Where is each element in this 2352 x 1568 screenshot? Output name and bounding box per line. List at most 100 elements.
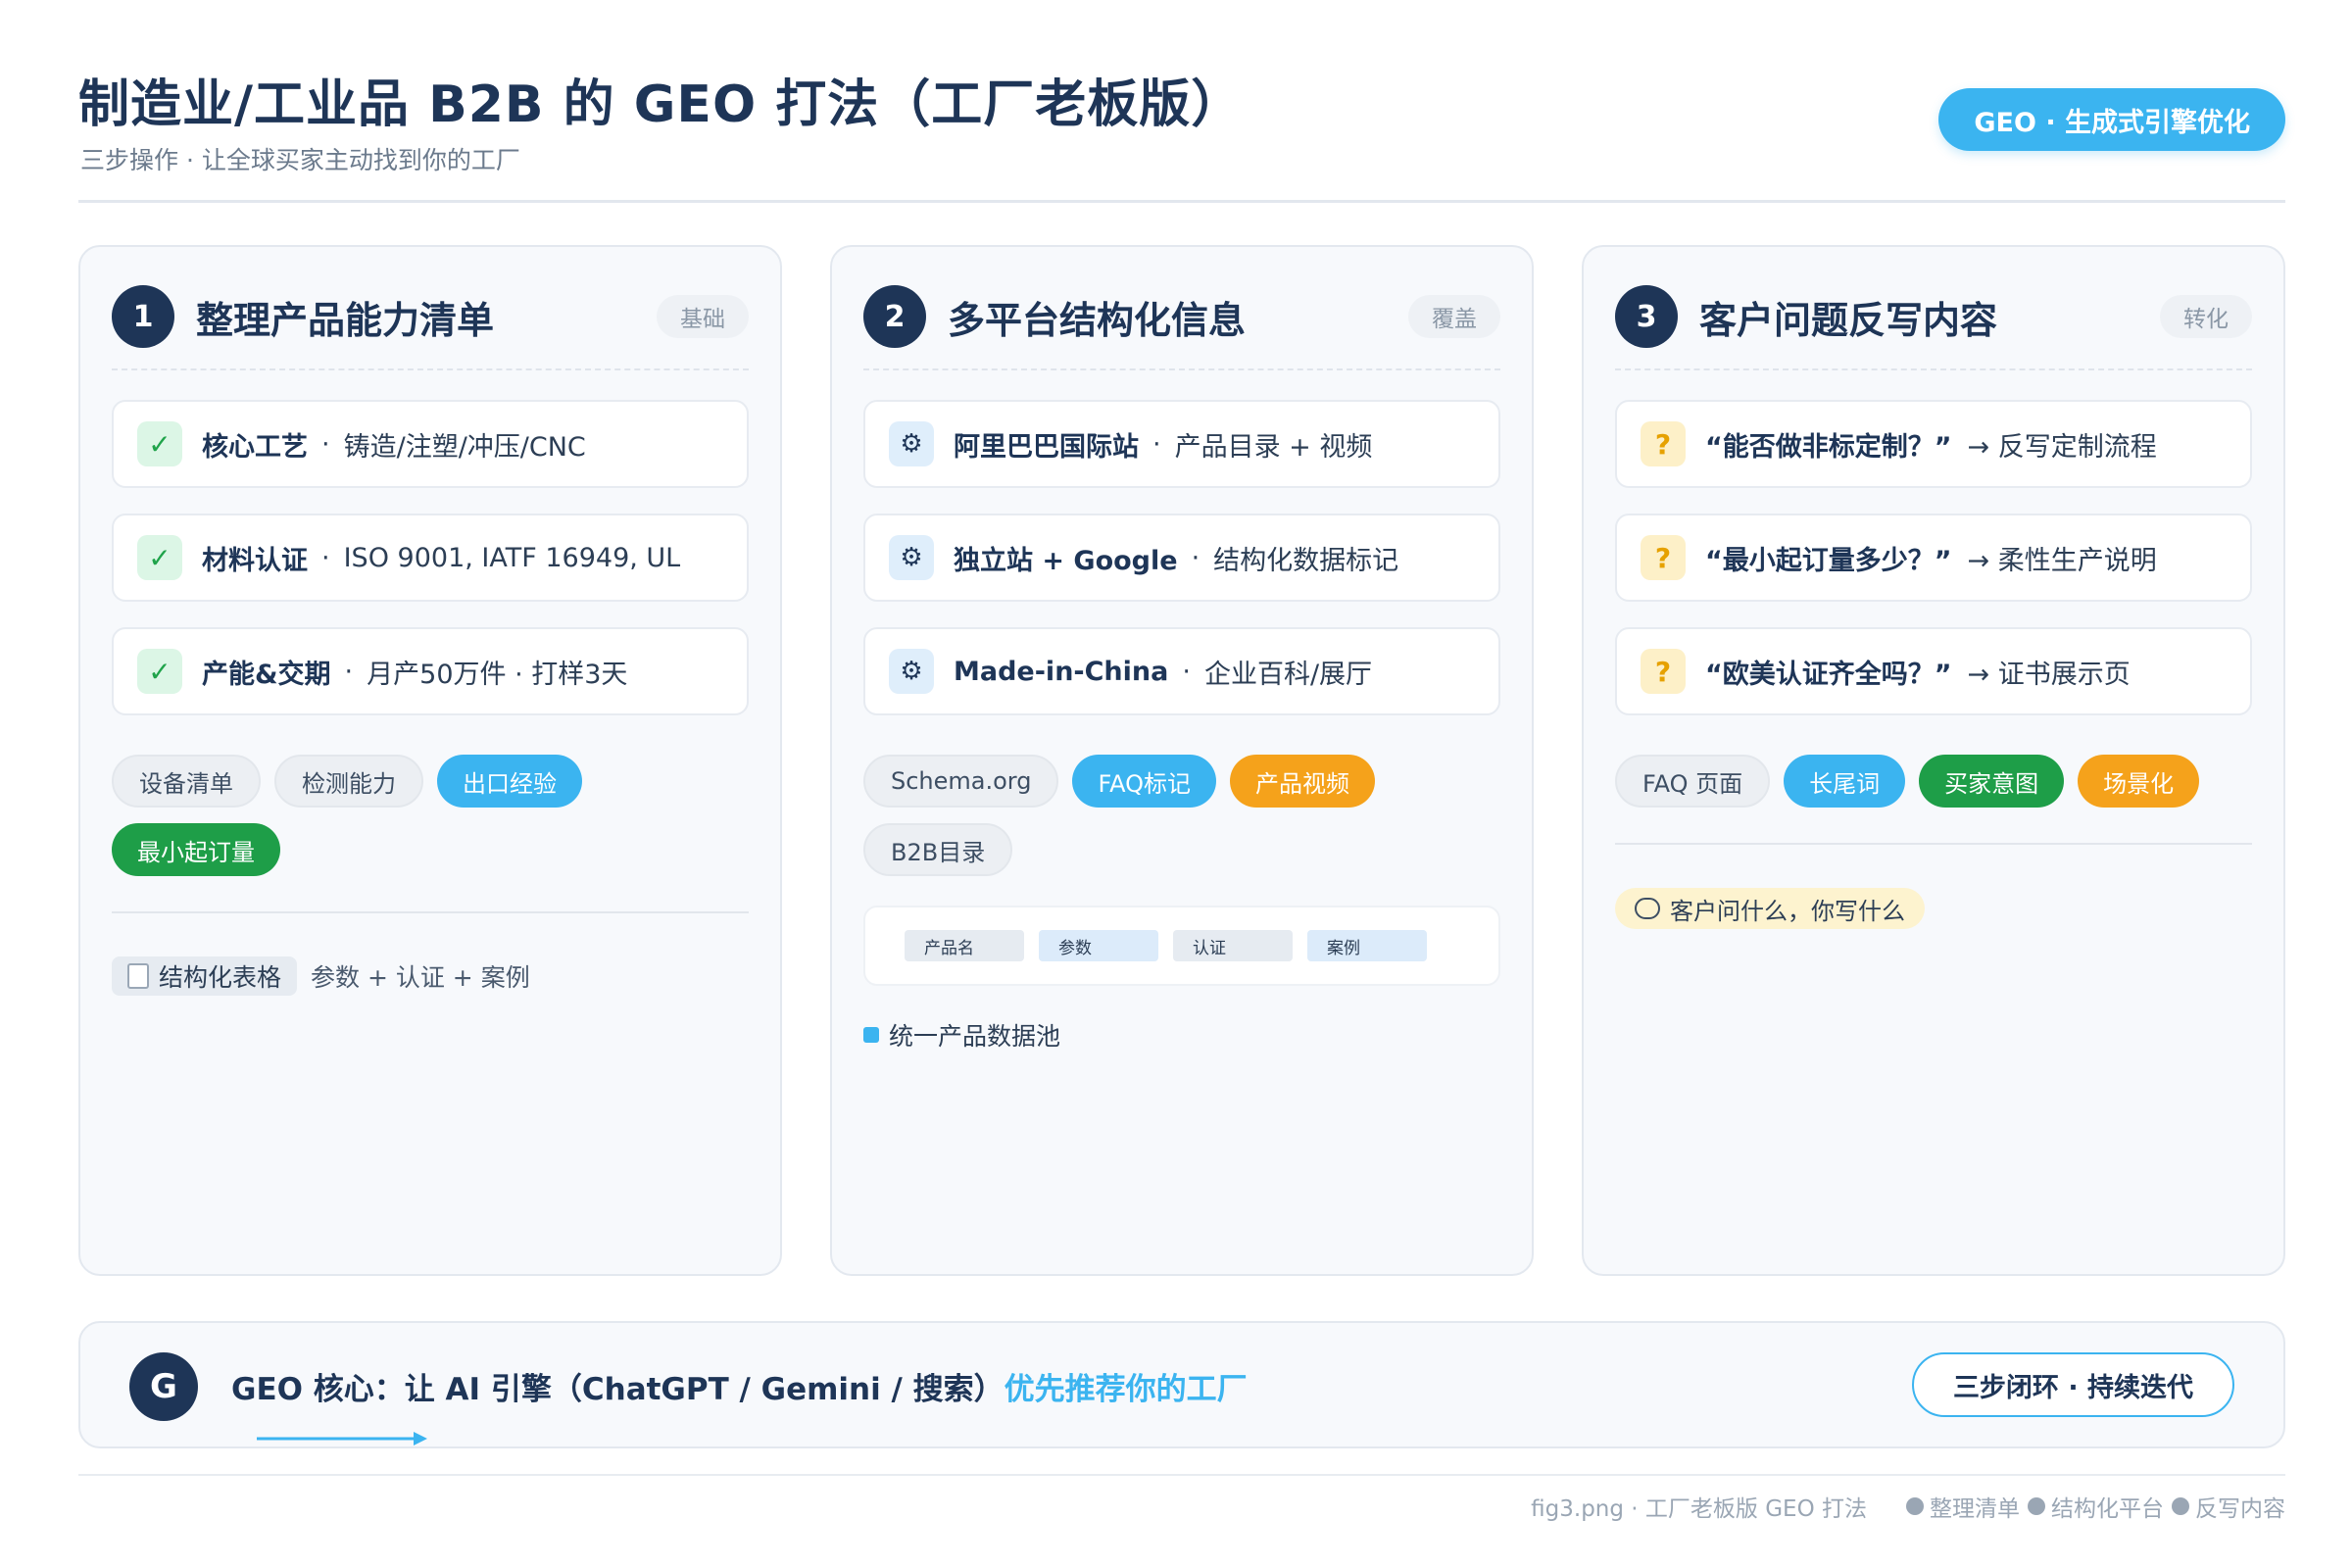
banner-accent: 优先推荐你的工厂 [1004, 1372, 1248, 1407]
item-title: Made-in-China [954, 656, 1169, 687]
list-item: ⚙ 独立站 + Google · 结构化数据标记 [863, 514, 1500, 602]
item-detail: ISO 9001, IATF 16949, UL [343, 542, 681, 573]
item-separator: · [1152, 428, 1161, 460]
chip: 检测能力 [274, 755, 423, 808]
loop-pill: 三步闭环 · 持续迭代 [1911, 1352, 2234, 1417]
footer: fig3.png · 工厂老板版 GEO 打法 整理清单 结构化平台 反写内容 [1531, 1490, 2285, 1523]
check-icon: ✓ [137, 649, 182, 694]
legend-dot-icon [2172, 1497, 2189, 1515]
legend-dot-icon [2028, 1497, 2045, 1515]
item-separator: · [1191, 542, 1200, 573]
pool-cell: 案例 [1307, 930, 1427, 961]
card-divider [1615, 368, 2252, 370]
pool-cell: 参数 [1039, 930, 1158, 961]
list-item: ⚙ Made-in-China · 企业百科/展厅 [863, 627, 1500, 715]
list-item: ? “最小起订量多少？” → 柔性生产说明 [1615, 514, 2252, 602]
chip: 出口经验 [437, 755, 582, 808]
chip-group: 设备清单 检测能力 出口经验 最小起订量 [112, 755, 760, 892]
card-step-3: 3 客户问题反写内容 转化 ? “能否做非标定制？” → 反写定制流程 ? “最… [1582, 245, 2285, 1276]
check-icon: ✓ [137, 535, 182, 580]
legend-item: 结构化平台 [2051, 1496, 2164, 1522]
structured-table-note: 结构化表格 参数 + 认证 + 案例 [112, 956, 530, 996]
item-title: “欧美认证齐全吗？” [1705, 659, 1952, 690]
note-label: 结构化表格 [112, 956, 298, 996]
item-detail: 月产50万件 · 打样3天 [367, 659, 628, 690]
step-number: 1 [112, 285, 174, 348]
card-tag: 基础 [657, 295, 749, 338]
item-separator: · [344, 656, 354, 687]
card-title: 客户问题反写内容 [1699, 298, 1998, 342]
list-item: ✓ 产能&交期 · 月产50万件 · 打样3天 [112, 627, 749, 715]
geo-badge: GEO · 生成式引擎优化 [1938, 88, 2285, 151]
note-text: 参数 + 认证 + 案例 [311, 963, 530, 992]
page: 制造业/工业品 B2B 的 GEO 打法（工厂老板版） 三步操作 · 让全球买家… [0, 0, 2352, 1568]
chip: 设备清单 [112, 755, 261, 808]
gear-icon: ⚙ [889, 535, 934, 580]
item-title: 材料认证 [202, 545, 308, 576]
item-separator: · [1182, 656, 1191, 687]
chip: 买家意图 [1919, 755, 2065, 808]
header-divider [78, 200, 2285, 203]
card-divider [112, 911, 749, 913]
chip-group: FAQ 页面 长尾词 买家意图 场景化 [1615, 755, 2264, 823]
gear-icon: ⚙ [889, 421, 934, 466]
chip: 场景化 [2078, 755, 2200, 808]
footer-divider [78, 1474, 2285, 1476]
step-number: 3 [1615, 285, 1678, 348]
question-icon: ? [1641, 649, 1686, 694]
question-icon: ? [1641, 421, 1686, 466]
list-item: ⚙ 阿里巴巴国际站 · 产品目录 + 视频 [863, 400, 1500, 488]
gear-icon: ⚙ [889, 649, 934, 694]
core-banner: G GEO 核心：让 AI 引擎（ChatGPT / Gemini / 搜索）优… [78, 1321, 2285, 1448]
item-detail: 结构化数据标记 [1213, 545, 1399, 576]
item-list: ? “能否做非标定制？” → 反写定制流程 ? “最小起订量多少？” → 柔性生… [1615, 400, 2252, 741]
legend-dot-icon [1906, 1497, 1924, 1515]
list-item: ? “欧美认证齐全吗？” → 证书展示页 [1615, 627, 2252, 715]
page-subtitle: 三步操作 · 让全球买家主动找到你的工厂 [80, 146, 520, 174]
item-detail: → 柔性生产说明 [1967, 545, 2157, 576]
chip-group: Schema.org FAQ标记 产品视频 B2B目录 [863, 755, 1512, 892]
banner-text: GEO 核心：让 AI 引擎（ChatGPT / Gemini / 搜索）优先推… [231, 1372, 1248, 1407]
step-number: 2 [863, 285, 926, 348]
card-title: 整理产品能力清单 [196, 298, 495, 342]
item-list: ✓ 核心工艺 · 铸造/注塑/冲压/CNC ✓ 材料认证 · ISO 9001,… [112, 400, 749, 741]
item-title: 产能&交期 [202, 659, 331, 690]
item-separator: · [321, 428, 330, 460]
item-detail: → 证书展示页 [1967, 659, 2131, 690]
chip: FAQ标记 [1072, 755, 1216, 808]
legend-item: 整理清单 [1930, 1496, 2020, 1522]
chip: 最小起订量 [112, 823, 280, 876]
card-header: 1 整理产品能力清单 基础 [112, 284, 749, 349]
legend-item: 反写内容 [2195, 1496, 2285, 1522]
card-tag: 覆盖 [1408, 295, 1500, 338]
item-list: ⚙ 阿里巴巴国际站 · 产品目录 + 视频 ⚙ 独立站 + Google · 结… [863, 400, 1500, 741]
chip: 长尾词 [1784, 755, 1906, 808]
card-step-1: 1 整理产品能力清单 基础 ✓ 核心工艺 · 铸造/注塑/冲压/CNC ✓ 材料… [78, 245, 782, 1276]
item-detail: → 反写定制流程 [1967, 431, 2157, 463]
speech-bubble-icon [1635, 898, 1660, 919]
item-title: 核心工艺 [202, 431, 308, 463]
item-detail: 产品目录 + 视频 [1174, 431, 1373, 463]
list-item: ✓ 材料认证 · ISO 9001, IATF 16949, UL [112, 514, 749, 602]
card-divider [863, 368, 1500, 370]
pool-cell: 产品名 [905, 930, 1024, 961]
item-detail: 铸造/注塑/冲压/CNC [343, 431, 586, 463]
chip: B2B目录 [863, 823, 1013, 876]
speech-note: 客户问什么，你写什么 [1615, 888, 1925, 929]
list-item: ✓ 核心工艺 · 铸造/注塑/冲压/CNC [112, 400, 749, 488]
document-icon [127, 963, 149, 989]
page-title: 制造业/工业品 B2B 的 GEO 打法（工厂老板版） [78, 75, 1244, 134]
item-title: “能否做非标定制？” [1705, 431, 1952, 463]
list-item: ? “能否做非标定制？” → 反写定制流程 [1615, 400, 2252, 488]
geo-g-badge: G [129, 1352, 198, 1421]
data-pool-label: 统一产品数据池 [863, 1017, 1060, 1053]
item-title: 独立站 + Google [954, 545, 1178, 576]
item-detail: 企业百科/展厅 [1203, 659, 1373, 690]
chip: Schema.org [863, 755, 1059, 808]
item-title: “最小起订量多少？” [1705, 545, 1952, 576]
card-step-2: 2 多平台结构化信息 覆盖 ⚙ 阿里巴巴国际站 · 产品目录 + 视频 ⚙ 独立… [830, 245, 1534, 1276]
card-header: 2 多平台结构化信息 覆盖 [863, 284, 1500, 349]
card-divider [1615, 843, 2252, 845]
question-icon: ? [1641, 535, 1686, 580]
check-icon: ✓ [137, 421, 182, 466]
